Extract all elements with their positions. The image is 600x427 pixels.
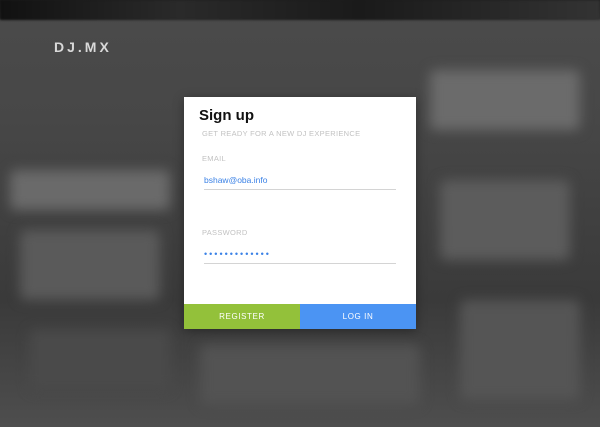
signup-subtitle: GET READY FOR A NEW DJ EXPERIENCE	[202, 129, 361, 138]
bg-shape	[20, 230, 160, 300]
email-field[interactable]	[204, 171, 396, 190]
bg-shape	[200, 345, 420, 405]
password-label: PASSWORD	[202, 228, 248, 237]
bg-shape	[10, 170, 170, 210]
bg-shape	[460, 300, 580, 400]
bg-shape	[440, 180, 570, 260]
signup-title: Sign up	[199, 107, 254, 124]
password-field[interactable]	[204, 245, 396, 264]
signup-card: Sign up GET READY FOR A NEW DJ EXPERIENC…	[184, 97, 416, 329]
bg-shape	[430, 70, 580, 130]
login-button[interactable]: LOG IN	[300, 304, 416, 329]
register-button[interactable]: REGISTER	[184, 304, 300, 329]
brand-logo[interactable]: DJ.MX	[54, 39, 112, 55]
bg-shape	[30, 330, 170, 390]
top-blur-strip	[0, 0, 600, 20]
email-label: EMAIL	[202, 154, 227, 163]
